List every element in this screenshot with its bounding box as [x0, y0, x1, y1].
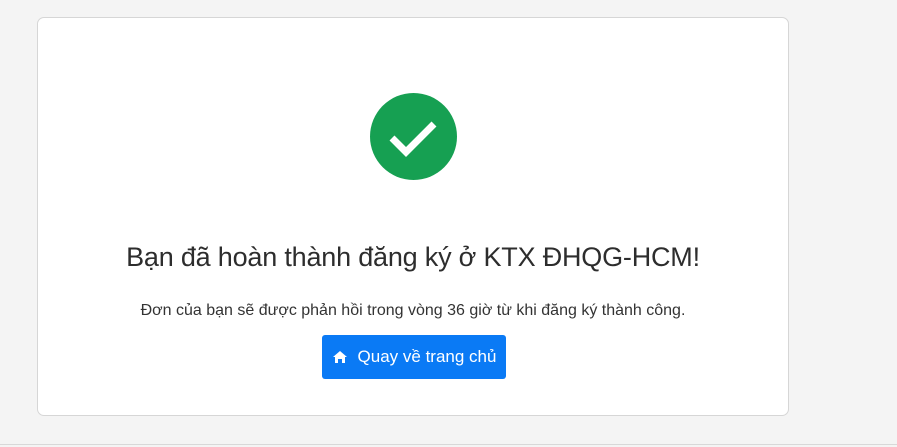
home-button-label: Quay về trang chủ [357, 347, 497, 366]
success-message: Đơn của bạn sẽ được phản hồi trong vòng … [140, 302, 686, 319]
home-icon [332, 350, 348, 364]
home-button[interactable]: Quay về trang chủ [322, 335, 506, 379]
success-card: Bạn đã hoàn thành đăng ký ở KTX ĐHQG-HCM… [37, 17, 789, 416]
success-title: Bạn đã hoàn thành đăng ký ở KTX ĐHQG-HCM… [126, 242, 700, 272]
check-circle-icon [370, 93, 457, 180]
footer-divider [0, 444, 897, 445]
